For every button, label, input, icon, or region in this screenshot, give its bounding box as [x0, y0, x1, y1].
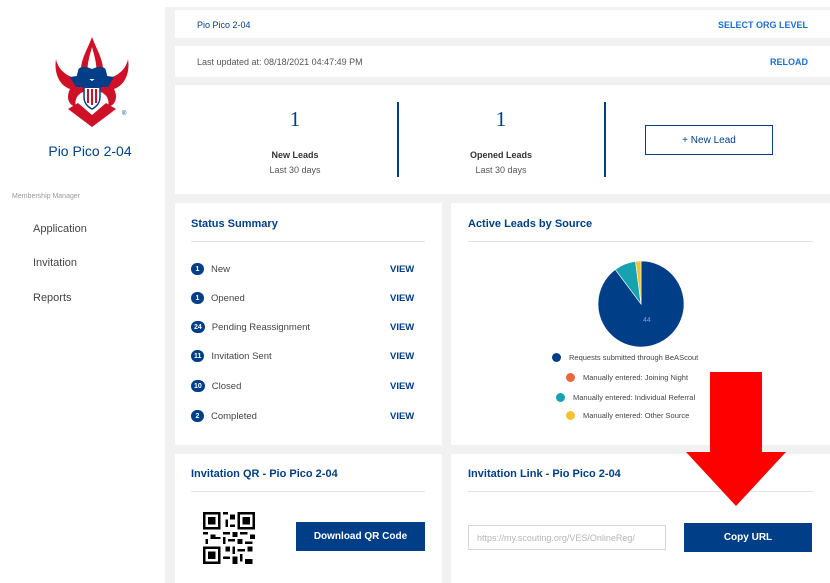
- legend-swatch: [556, 393, 565, 402]
- last-updated-text: Last updated at: 08/18/2021 04:47:49 PM: [197, 57, 363, 67]
- legend-swatch: [566, 373, 575, 382]
- invitation-qr-card: Invitation QR - Pio Pico 2-04 Download Q…: [175, 454, 442, 583]
- status-count-badge: 2: [191, 410, 204, 422]
- stat-divider: [397, 102, 399, 177]
- legend-label: Manually entered: Individual Referral: [573, 393, 696, 402]
- top-strip: [0, 0, 830, 7]
- status-count-badge: 11: [191, 350, 205, 362]
- opened-leads-label: Opened Leads: [469, 150, 532, 160]
- status-label: Invitation Sent: [211, 350, 272, 362]
- legend-item: Manually entered: Other Source: [566, 411, 689, 420]
- status-row: 1 Opened VIEW: [191, 290, 421, 306]
- legend-item: Manually entered: Joining Night: [566, 373, 688, 382]
- status-label: Pending Reassignment: [211, 321, 311, 333]
- divider: [191, 491, 425, 492]
- divider: [191, 241, 425, 242]
- org-name: Pio Pico 2-04: [197, 20, 251, 30]
- legend-item: Requests submitted through BeAScout: [552, 353, 698, 362]
- status-label: Closed: [211, 380, 242, 392]
- stat-divider: [604, 102, 606, 177]
- view-closed-link[interactable]: VIEW: [390, 381, 414, 392]
- view-new-link[interactable]: VIEW: [390, 264, 414, 275]
- new-leads-count: 1: [289, 107, 301, 131]
- status-count-badge: 1: [191, 292, 204, 304]
- view-completed-link[interactable]: VIEW: [390, 411, 414, 422]
- legend-label: Manually entered: Joining Night: [583, 373, 689, 382]
- status-label: Completed: [211, 410, 257, 422]
- legend-swatch: [566, 411, 575, 420]
- legend-label: Requests submitted through BeAScout: [569, 353, 699, 362]
- active-leads-title: Active Leads by Source: [468, 218, 593, 230]
- new-lead-button[interactable]: + New Lead: [645, 125, 773, 155]
- qr-code-icon: [203, 512, 255, 564]
- org-header-bar: Pio Pico 2-04 SELECT ORG LEVEL: [175, 10, 830, 38]
- status-label: Opened: [211, 292, 245, 304]
- divider: [468, 241, 813, 242]
- invitation-qr-title: Invitation QR - Pio Pico 2-04: [191, 468, 338, 480]
- opened-leads-period: Last 30 days: [475, 165, 527, 175]
- sidebar-item-application[interactable]: Application: [33, 223, 87, 235]
- section-label: Membership Manager: [12, 193, 81, 200]
- red-arrow-down-icon: [686, 372, 786, 506]
- pie-value-label: 44: [643, 317, 651, 324]
- view-opened-link[interactable]: VIEW: [390, 293, 414, 304]
- sidebar-item-reports[interactable]: Reports: [33, 292, 72, 304]
- status-count-badge: 24: [191, 321, 205, 333]
- status-row: 1 New VIEW: [191, 261, 421, 277]
- status-summary-title: Status Summary: [191, 218, 278, 230]
- sidebar: ® Pio Pico 2-04 Membership Manager Appli…: [0, 7, 165, 583]
- new-leads-label: New Leads: [271, 150, 319, 160]
- view-pending-link[interactable]: VIEW: [390, 322, 414, 333]
- legend-label: Manually entered: Other Source: [583, 411, 690, 420]
- last-updated-bar: Last updated at: 08/18/2021 04:47:49 PM …: [175, 46, 830, 77]
- status-row: 11 Invitation Sent VIEW: [191, 348, 421, 364]
- stats-card: 1 New Leads Last 30 days 1 Opened Leads …: [175, 85, 830, 194]
- copy-url-button[interactable]: Copy URL: [684, 523, 812, 552]
- status-label: New: [211, 263, 231, 275]
- select-org-level-link[interactable]: SELECT ORG LEVEL: [718, 20, 808, 30]
- new-leads-period: Last 30 days: [269, 165, 321, 175]
- status-count-badge: 1: [191, 263, 204, 275]
- invitation-url-field[interactable]: [468, 525, 666, 550]
- status-row: 2 Completed VIEW: [191, 408, 421, 424]
- bsa-fleur-de-lis-logo-icon: ®: [55, 37, 129, 127]
- invitation-link-title: Invitation Link - Pio Pico 2-04: [468, 468, 621, 480]
- unit-name: Pio Pico 2-04: [48, 143, 132, 159]
- sidebar-item-invitation[interactable]: Invitation: [33, 257, 77, 269]
- legend-swatch: [552, 353, 561, 362]
- status-row: 24 Pending Reassignment VIEW: [191, 319, 421, 335]
- status-count-badge: 10: [191, 380, 205, 392]
- svg-text:®: ®: [122, 110, 127, 117]
- download-qr-button[interactable]: Download QR Code: [296, 522, 425, 551]
- opened-leads-count: 1: [495, 107, 507, 131]
- legend-item: Manually entered: Individual Referral: [556, 393, 695, 402]
- view-invitation-sent-link[interactable]: VIEW: [390, 351, 414, 362]
- reload-link[interactable]: RELOAD: [770, 57, 808, 67]
- leads-pie-chart: 44: [597, 260, 685, 348]
- status-row: 10 Closed VIEW: [191, 378, 421, 394]
